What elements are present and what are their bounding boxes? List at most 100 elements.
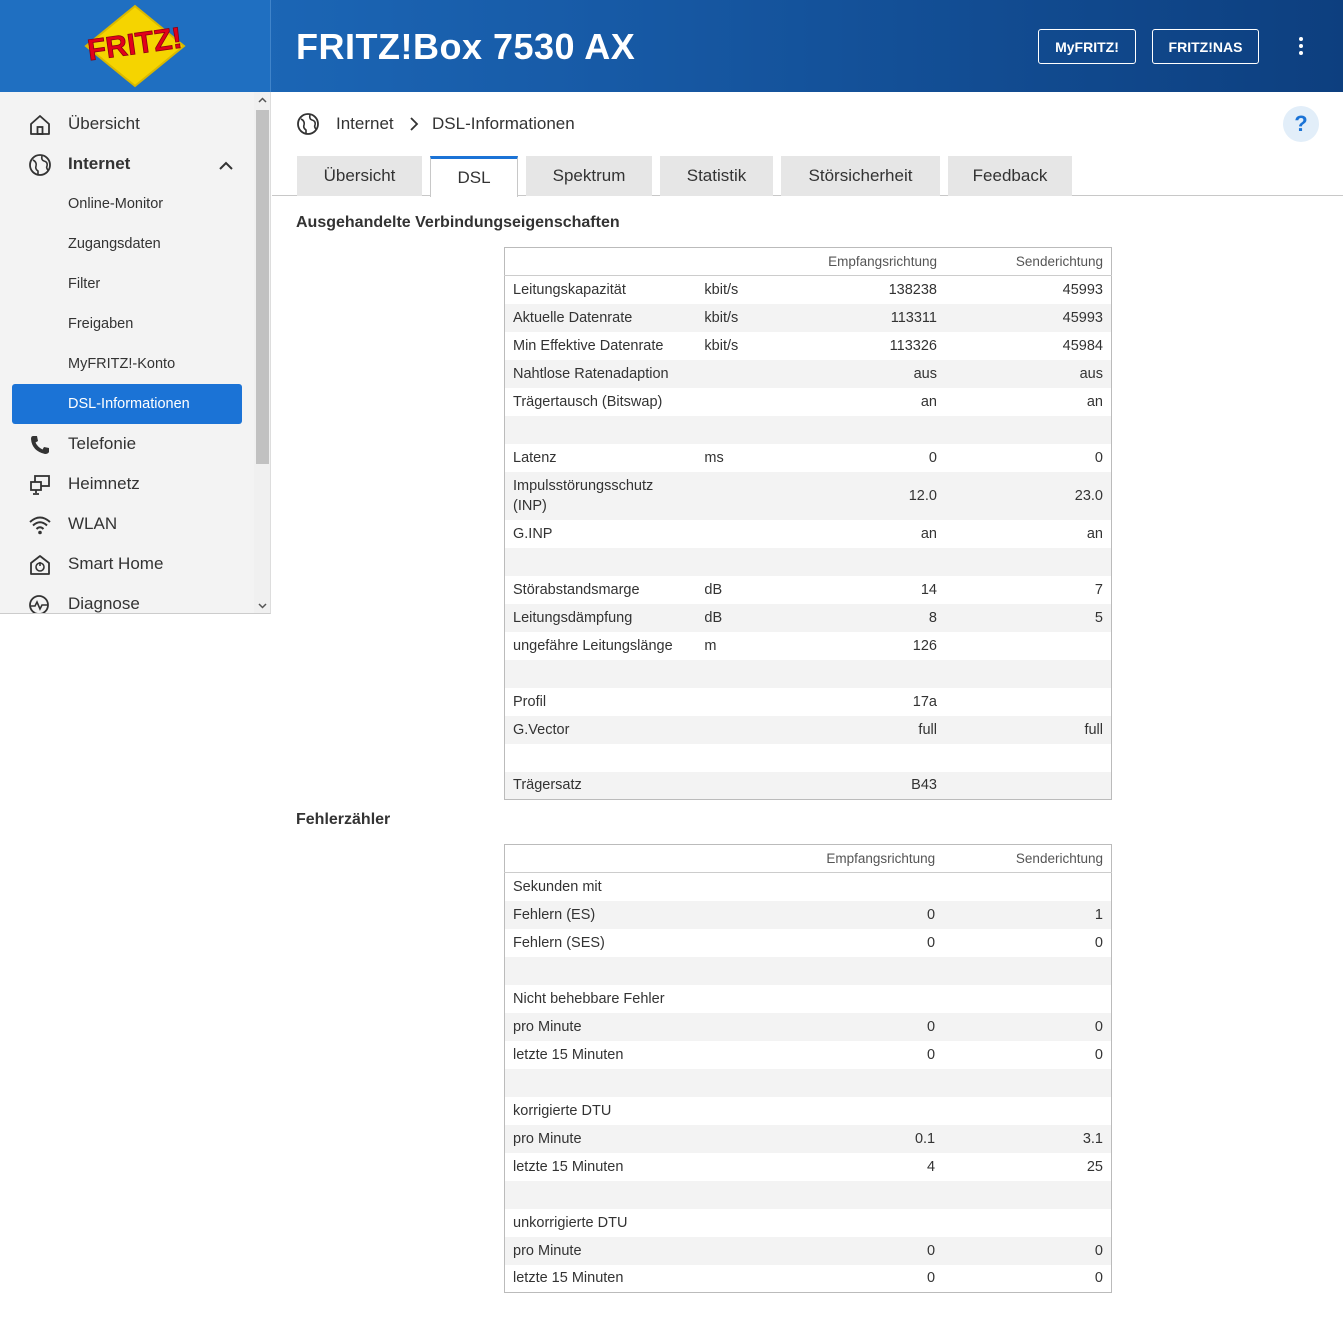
row-value-tx: 25 <box>1086 1158 1103 1175</box>
sidebar-item-wlan[interactable]: WLAN <box>0 504 254 544</box>
row-value-tx <box>944 771 1112 800</box>
sidebar-scrollbar[interactable] <box>254 92 270 613</box>
scroll-down-icon[interactable] <box>258 601 267 610</box>
row-value-tx <box>944 415 1112 444</box>
row-label: Sekunden mit <box>513 878 602 895</box>
row-label: Nicht behebbare Fehler <box>513 990 665 1007</box>
tab-feedback[interactable]: Feedback <box>948 156 1072 196</box>
row-value-tx: 0 <box>1094 449 1103 466</box>
scroll-up-icon[interactable] <box>258 96 267 105</box>
tab-dsl[interactable]: DSL <box>430 156 518 197</box>
fritznas-button[interactable]: FRITZ!NAS <box>1152 29 1259 64</box>
smarthome-icon <box>30 555 50 575</box>
sidebar-item-label: Smart Home <box>68 554 164 573</box>
sidebar-item-dsl-informationen[interactable]: DSL-Informationen <box>12 384 242 424</box>
tab-uebersicht[interactable]: Übersicht <box>297 156 422 196</box>
sidebar-item-label: Telefonie <box>68 434 137 453</box>
tab-statistik[interactable]: Statistik <box>660 156 773 196</box>
row-value-tx: 45984 <box>1062 337 1103 354</box>
row-value-tx: full <box>944 715 1112 744</box>
row-value-tx: 23.0 <box>944 471 1112 520</box>
row-value-rx: 4 <box>927 1158 936 1175</box>
row-label: Leitungsdämpfung <box>504 603 697 632</box>
sidebar-item-myfritz-konto[interactable]: MyFRITZ!-Konto <box>12 344 242 384</box>
sidebar-item-heimnetz[interactable]: Heimnetz <box>0 464 254 504</box>
sidebar-item-internet[interactable]: Internet <box>0 144 254 184</box>
row-unit <box>696 688 787 716</box>
row-label: G.Vector <box>504 715 697 744</box>
row-value-rx: 0 <box>785 1012 944 1041</box>
chevron-up-icon[interactable] <box>219 159 233 173</box>
sidebar-item-label: Online-Monitor <box>68 196 164 212</box>
row-value-tx: 0 <box>1094 1046 1103 1063</box>
sidebar-item-online-monitor[interactable]: Online-Monitor <box>12 184 242 224</box>
table-row: Sekunden mit <box>505 873 1112 901</box>
more-menu-icon[interactable] <box>1290 34 1312 58</box>
row-value-rx: an <box>920 393 937 410</box>
row-value-rx <box>787 547 945 576</box>
row-value-tx: 0 <box>943 1236 1112 1265</box>
row-value-tx: 45993 <box>1062 281 1103 298</box>
row-unit: kbit/s <box>704 281 739 298</box>
row-label: letzte 15 Minuten <box>513 1158 624 1175</box>
row-value-rx: B43 <box>787 771 945 800</box>
row-value-rx: 0 <box>785 900 944 929</box>
row-unit <box>696 471 788 520</box>
row-value-tx: 1 <box>943 900 1112 929</box>
header-rx: Empfangsrichtung <box>787 247 945 276</box>
sidebar: Übersicht Internet Online-Monitor Zugang… <box>0 92 271 614</box>
breadcrumb-internet[interactable]: Internet <box>336 114 394 134</box>
sidebar-item-label: Diagnose <box>68 594 140 613</box>
header-rx: Empfangsrichtung <box>785 844 944 873</box>
table-row: Nahtlose Ratenadaption aus aus <box>504 359 1112 388</box>
header-tx: Senderichtung <box>944 247 1112 276</box>
table-row: pro Minute 0.1 3.1 <box>504 1124 1112 1153</box>
help-button[interactable]: ? <box>1283 106 1319 142</box>
row-value-rx <box>785 956 944 985</box>
table-row: Fehlern (SES) 0 0 <box>505 929 1112 957</box>
sidebar-item-telefonie[interactable]: Telefonie <box>0 424 254 464</box>
row-unit: ms <box>704 449 724 466</box>
sidebar-item-zugangsdaten[interactable]: Zugangsdaten <box>12 224 242 264</box>
row-label <box>505 744 697 772</box>
table-row: Latenz ms 0 0 <box>505 444 1112 472</box>
row-value-rx: an <box>920 525 937 542</box>
row-value-rx: 0 <box>927 1046 936 1063</box>
sidebar-item-diagnose[interactable]: Diagnose <box>0 584 254 613</box>
sidebar-item-filter[interactable]: Filter <box>12 264 242 304</box>
row-unit <box>694 1068 786 1097</box>
header-label <box>504 247 697 276</box>
row-value-rx <box>787 659 945 688</box>
row-label: Störabstandsmarge <box>513 581 640 598</box>
sidebar-item-smart-home[interactable]: Smart Home <box>0 544 254 584</box>
row-value-tx <box>945 632 1112 660</box>
scrollbar-thumb[interactable] <box>256 110 269 464</box>
sidebar-item-uebersicht[interactable]: Übersicht <box>0 104 254 144</box>
row-unit <box>696 744 787 772</box>
tab-stoersicherheit[interactable]: Störsicherheit <box>781 156 940 196</box>
row-value-rx <box>785 1180 944 1209</box>
row-unit <box>694 1153 785 1181</box>
myfritz-button[interactable]: MyFRITZ! <box>1038 29 1136 64</box>
row-value-tx: 0 <box>1094 934 1103 951</box>
row-unit: kbit/s <box>704 337 739 354</box>
row-value-rx: 14 <box>920 581 937 598</box>
row-unit <box>696 415 788 444</box>
row-unit: dB <box>704 581 723 598</box>
table-row: Leitungsdämpfung dB 8 5 <box>504 603 1112 632</box>
table-row: korrigierte DTU <box>505 1097 1112 1125</box>
row-value-tx <box>943 1180 1112 1209</box>
breadcrumb-dsl-informationen: DSL-Informationen <box>432 114 575 133</box>
tab-spektrum[interactable]: Spektrum <box>526 156 652 196</box>
sidebar-item-freigaben[interactable]: Freigaben <box>12 304 242 344</box>
row-value-tx <box>943 956 1112 985</box>
row-value-rx: 138238 <box>888 281 937 298</box>
row-label: pro Minute <box>504 1236 695 1265</box>
wifi-icon <box>29 516 51 535</box>
row-unit <box>696 547 788 576</box>
row-value-rx: 8 <box>787 603 945 632</box>
row-label <box>504 956 695 985</box>
sidebar-item-label: WLAN <box>68 514 118 533</box>
header-unit <box>696 247 788 276</box>
fritz-logo[interactable]: FRITZ! <box>80 4 190 88</box>
